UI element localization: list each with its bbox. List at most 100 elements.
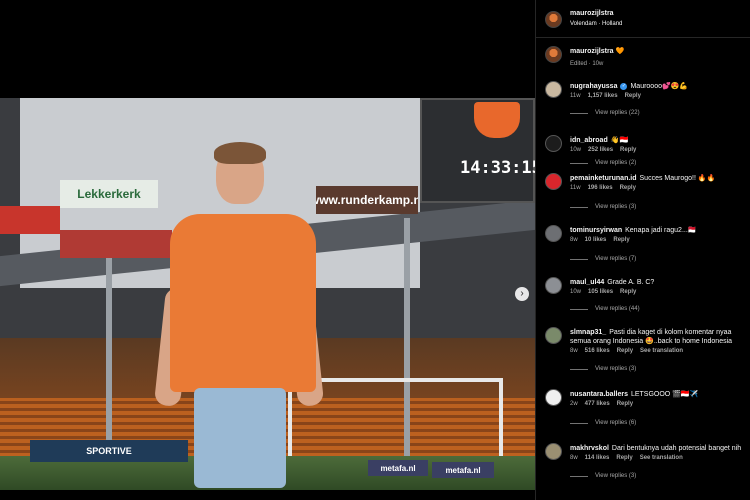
comment-likes[interactable]: 1,157 likes [588, 93, 618, 99]
comment: maul_ul44 Grade A. B. C? 10w 105 likes Repl… [536, 274, 750, 324]
comment: nusantara.ballers LETSGOOO 🎬🇮🇩✈️ 2w 477 li… [536, 386, 750, 440]
view-replies-button[interactable]: View replies (3) [570, 473, 636, 479]
reply-button[interactable]: Reply [616, 455, 632, 461]
comment-likes[interactable]: 477 likes [585, 401, 610, 407]
comment: pemainketurunan.id Succes Maurogo!! 🔥🔥 11… [536, 170, 750, 222]
caption-text: 🧡 [615, 48, 625, 55]
comments-panel: maurozijlstra Volendam · Holland maurozi… [535, 0, 750, 500]
ad-board: metafa.nl [432, 462, 494, 478]
comment: slmnap31_ Pasti dia kaget di kolom koment… [536, 324, 750, 386]
verified-icon: ✓ [620, 83, 628, 90]
comment-time: 11w [570, 93, 581, 99]
comment-username[interactable]: idn_abroad [570, 137, 608, 144]
comment-line: pemainketurunan.id Succes Maurogo!! 🔥🔥 [570, 174, 748, 183]
comment-text: Succes Maurogo!! 🔥🔥 [639, 175, 716, 182]
comment-username[interactable]: slmnap31_ [570, 329, 606, 336]
avatar[interactable] [545, 173, 562, 190]
comment-username[interactable]: pemainketurunan.id [570, 175, 637, 182]
comment-line: tominursyirwan Kenapa jadi ragu2...🇲🇨 [570, 226, 748, 235]
comment-username[interactable]: makhrvskol [570, 445, 609, 452]
comment-meta: 10w 252 likes Reply [570, 147, 643, 153]
view-replies-button[interactable]: View replies (3) [570, 204, 636, 210]
comment-line: makhrvskol Dari bentuknya udah potensial … [570, 444, 748, 453]
avatar[interactable] [545, 81, 562, 98]
comment-time: 10w [570, 147, 582, 153]
comment-text: Kenapa jadi ragu2...🇲🇨 [625, 227, 697, 234]
avatar[interactable] [545, 11, 562, 28]
comment-text: 👋🇮🇩 [610, 137, 629, 144]
comment-line: idn_abroad 👋🇮🇩 [570, 136, 748, 145]
comment: idn_abroad 👋🇮🇩 10w 252 likes Reply View rep… [536, 132, 750, 170]
reply-button[interactable]: Reply [620, 185, 636, 191]
caption-meta: Edited · 10w [570, 61, 604, 67]
comment-meta: 11w 1,157 likes Reply [570, 93, 648, 99]
avatar[interactable] [545, 46, 562, 63]
comment-text: Dari bentuknya udah potensial banget nih [611, 445, 742, 452]
comment: nugrahayussa ✓ Mauroooo💕😍💪 11w 1,157 likes R… [536, 78, 750, 132]
comment-time: 10w [570, 289, 582, 295]
club-crest-icon [474, 102, 520, 138]
post-username[interactable]: maurozijlstra [570, 10, 614, 17]
see-translation-button[interactable]: See translation [640, 348, 683, 354]
avatar[interactable] [545, 225, 562, 242]
post-caption: maurozijlstra 🧡 Edited · 10w [536, 38, 750, 78]
caption-line: maurozijlstra 🧡 [570, 47, 624, 55]
comment-likes[interactable]: 105 likes [588, 289, 613, 295]
reply-button[interactable]: Reply [620, 289, 636, 295]
comment-username[interactable]: maul_ul44 [570, 279, 604, 286]
comment-username[interactable]: nusantara.ballers [570, 391, 628, 398]
comment-line: nugrahayussa ✓ Mauroooo💕😍💪 [570, 82, 748, 91]
view-replies-button[interactable]: View replies (7) [570, 256, 636, 262]
reply-button[interactable]: Reply [617, 401, 633, 407]
post-media-area: Lekkerkerk www.runderkamp.nl SPORTIVE me… [0, 0, 535, 500]
comment-line: nusantara.ballers LETSGOOO 🎬🇮🇩✈️ [570, 390, 748, 399]
comment-text: LETSGOOO 🎬🇮🇩✈️ [630, 391, 699, 398]
chevron-right-icon: › [520, 288, 524, 299]
comment-username[interactable]: tominursyirwan [570, 227, 622, 234]
ad-board [0, 206, 60, 234]
comment-meta: 11w 196 likes Reply [570, 185, 643, 191]
reply-button[interactable]: Reply [620, 147, 636, 153]
avatar[interactable] [545, 135, 562, 152]
view-replies-button[interactable]: View replies (2) [570, 160, 636, 166]
comment-likes[interactable]: 252 likes [588, 147, 613, 153]
comment-line: maul_ul44 Grade A. B. C? [570, 278, 748, 287]
comment-meta: 8w 114 likes Reply See translation [570, 455, 690, 461]
comment-line: slmnap31_ Pasti dia kaget di kolom koment… [570, 328, 748, 346]
comment-time: 8w [570, 237, 578, 243]
view-replies-button[interactable]: View replies (6) [570, 420, 636, 426]
reply-button[interactable]: Reply [617, 348, 633, 354]
avatar[interactable] [545, 443, 562, 460]
stadium-pole [106, 248, 112, 458]
comment-likes[interactable]: 196 likes [588, 185, 613, 191]
view-replies-button[interactable]: View replies (44) [570, 306, 640, 312]
view-replies-button[interactable]: View replies (3) [570, 366, 636, 372]
ad-board: www.runderkamp.nl [316, 186, 418, 214]
ad-board: Lekkerkerk [60, 180, 158, 208]
comment-meta: 8w 10 likes Reply [570, 237, 637, 243]
post-header: maurozijlstra Volendam · Holland [536, 0, 750, 38]
comment: tominursyirwan Kenapa jadi ragu2...🇲🇨 8w 1… [536, 222, 750, 274]
view-replies-button[interactable]: View replies (22) [570, 110, 640, 116]
avatar[interactable] [545, 327, 562, 344]
caption-username[interactable]: maurozijlstra [570, 48, 614, 55]
comment-time: 2w [570, 401, 578, 407]
reply-button[interactable]: Reply [625, 93, 641, 99]
player-figure [153, 142, 330, 488]
avatar[interactable] [545, 277, 562, 294]
player-jeans [194, 388, 286, 488]
comment-likes[interactable]: 516 likes [585, 348, 610, 354]
comment: makhrvskol Dari bentuknya udah potensial … [536, 440, 750, 496]
comment-likes[interactable]: 10 likes [585, 237, 607, 243]
comment-meta: 8w 516 likes Reply See translation [570, 348, 690, 354]
next-image-button[interactable]: › [515, 287, 529, 301]
avatar[interactable] [545, 389, 562, 406]
post-location[interactable]: Volendam · Holland [570, 21, 622, 27]
reply-button[interactable]: Reply [613, 237, 629, 243]
comment-time: 11w [570, 185, 581, 191]
post-photo: Lekkerkerk www.runderkamp.nl SPORTIVE me… [0, 98, 535, 490]
see-translation-button[interactable]: See translation [640, 455, 683, 461]
comment-text: Mauroooo💕😍💪 [630, 83, 689, 90]
comment-username[interactable]: nugrahayussa [570, 83, 617, 90]
comment-likes[interactable]: 114 likes [585, 455, 610, 461]
